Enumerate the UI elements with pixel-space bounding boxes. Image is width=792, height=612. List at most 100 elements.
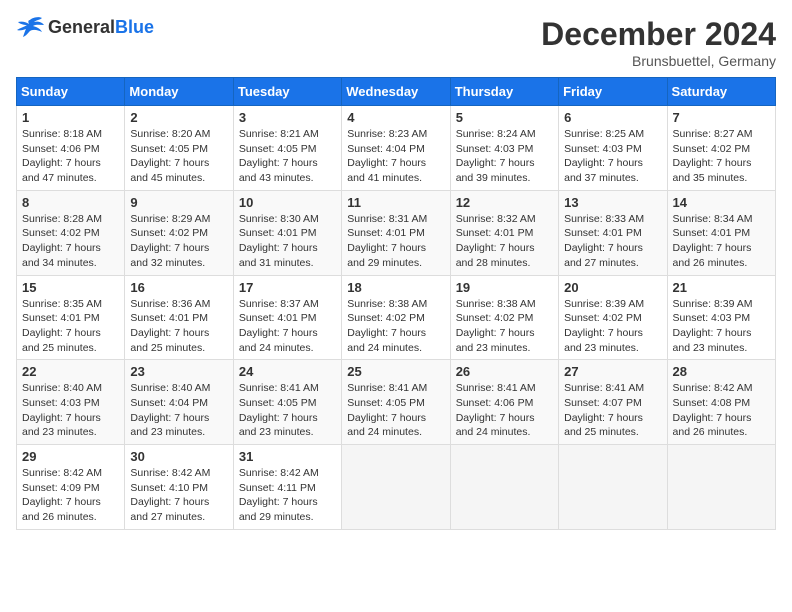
logo-general: General — [48, 17, 115, 37]
day-info-9: Sunrise: 8:29 AMSunset: 4:02 PMDaylight:… — [130, 212, 227, 271]
day-info-15: Sunrise: 8:35 AMSunset: 4:01 PMDaylight:… — [22, 297, 119, 356]
day-info-26: Sunrise: 8:41 AMSunset: 4:06 PMDaylight:… — [456, 381, 553, 440]
day-info-24: Sunrise: 8:41 AMSunset: 4:05 PMDaylight:… — [239, 381, 336, 440]
day-info-25: Sunrise: 8:41 AMSunset: 4:05 PMDaylight:… — [347, 381, 444, 440]
col-wednesday: Wednesday — [342, 78, 450, 106]
day-number-12: 12 — [456, 195, 553, 210]
day-number-2: 2 — [130, 110, 227, 125]
calendar-day-30: 30 Sunrise: 8:42 AMSunset: 4:10 PMDaylig… — [125, 445, 233, 530]
calendar-header-row: Sunday Monday Tuesday Wednesday Thursday… — [17, 78, 776, 106]
day-info-1: Sunrise: 8:18 AMSunset: 4:06 PMDaylight:… — [22, 127, 119, 186]
calendar-day-28: 28 Sunrise: 8:42 AMSunset: 4:08 PMDaylig… — [667, 360, 775, 445]
calendar-day-3: 3 Sunrise: 8:21 AMSunset: 4:05 PMDayligh… — [233, 106, 341, 191]
calendar-day-10: 10 Sunrise: 8:30 AMSunset: 4:01 PMDaylig… — [233, 190, 341, 275]
day-number-21: 21 — [673, 280, 770, 295]
calendar-day-25: 25 Sunrise: 8:41 AMSunset: 4:05 PMDaylig… — [342, 360, 450, 445]
calendar-day-16: 16 Sunrise: 8:36 AMSunset: 4:01 PMDaylig… — [125, 275, 233, 360]
day-info-8: Sunrise: 8:28 AMSunset: 4:02 PMDaylight:… — [22, 212, 119, 271]
day-info-7: Sunrise: 8:27 AMSunset: 4:02 PMDaylight:… — [673, 127, 770, 186]
day-number-10: 10 — [239, 195, 336, 210]
calendar-day-8: 8 Sunrise: 8:28 AMSunset: 4:02 PMDayligh… — [17, 190, 125, 275]
day-number-30: 30 — [130, 449, 227, 464]
day-info-20: Sunrise: 8:39 AMSunset: 4:02 PMDaylight:… — [564, 297, 661, 356]
empty-cell — [342, 445, 450, 530]
day-info-21: Sunrise: 8:39 AMSunset: 4:03 PMDaylight:… — [673, 297, 770, 356]
calendar-day-6: 6 Sunrise: 8:25 AMSunset: 4:03 PMDayligh… — [559, 106, 667, 191]
day-info-11: Sunrise: 8:31 AMSunset: 4:01 PMDaylight:… — [347, 212, 444, 271]
day-number-27: 27 — [564, 364, 661, 379]
empty-cell — [559, 445, 667, 530]
day-info-18: Sunrise: 8:38 AMSunset: 4:02 PMDaylight:… — [347, 297, 444, 356]
day-info-6: Sunrise: 8:25 AMSunset: 4:03 PMDaylight:… — [564, 127, 661, 186]
calendar-day-11: 11 Sunrise: 8:31 AMSunset: 4:01 PMDaylig… — [342, 190, 450, 275]
day-number-1: 1 — [22, 110, 119, 125]
calendar-day-18: 18 Sunrise: 8:38 AMSunset: 4:02 PMDaylig… — [342, 275, 450, 360]
day-number-19: 19 — [456, 280, 553, 295]
calendar-day-2: 2 Sunrise: 8:20 AMSunset: 4:05 PMDayligh… — [125, 106, 233, 191]
calendar-day-12: 12 Sunrise: 8:32 AMSunset: 4:01 PMDaylig… — [450, 190, 558, 275]
day-number-7: 7 — [673, 110, 770, 125]
day-number-29: 29 — [22, 449, 119, 464]
calendar-day-27: 27 Sunrise: 8:41 AMSunset: 4:07 PMDaylig… — [559, 360, 667, 445]
calendar-day-20: 20 Sunrise: 8:39 AMSunset: 4:02 PMDaylig… — [559, 275, 667, 360]
day-info-19: Sunrise: 8:38 AMSunset: 4:02 PMDaylight:… — [456, 297, 553, 356]
day-info-13: Sunrise: 8:33 AMSunset: 4:01 PMDaylight:… — [564, 212, 661, 271]
col-monday: Monday — [125, 78, 233, 106]
calendar-day-7: 7 Sunrise: 8:27 AMSunset: 4:02 PMDayligh… — [667, 106, 775, 191]
calendar-day-15: 15 Sunrise: 8:35 AMSunset: 4:01 PMDaylig… — [17, 275, 125, 360]
logo: GeneralBlue — [16, 16, 154, 38]
empty-cell — [667, 445, 775, 530]
calendar-day-19: 19 Sunrise: 8:38 AMSunset: 4:02 PMDaylig… — [450, 275, 558, 360]
calendar-day-31: 31 Sunrise: 8:42 AMSunset: 4:11 PMDaylig… — [233, 445, 341, 530]
day-info-27: Sunrise: 8:41 AMSunset: 4:07 PMDaylight:… — [564, 381, 661, 440]
calendar-day-17: 17 Sunrise: 8:37 AMSunset: 4:01 PMDaylig… — [233, 275, 341, 360]
logo-bird-icon — [16, 16, 44, 38]
month-year-title: December 2024 — [541, 16, 776, 53]
day-number-4: 4 — [347, 110, 444, 125]
calendar-week-3: 15 Sunrise: 8:35 AMSunset: 4:01 PMDaylig… — [17, 275, 776, 360]
title-block: December 2024 Brunsbuettel, Germany — [541, 16, 776, 69]
day-number-13: 13 — [564, 195, 661, 210]
location-subtitle: Brunsbuettel, Germany — [541, 53, 776, 69]
day-number-31: 31 — [239, 449, 336, 464]
day-number-14: 14 — [673, 195, 770, 210]
calendar-day-24: 24 Sunrise: 8:41 AMSunset: 4:05 PMDaylig… — [233, 360, 341, 445]
day-number-28: 28 — [673, 364, 770, 379]
calendar-day-21: 21 Sunrise: 8:39 AMSunset: 4:03 PMDaylig… — [667, 275, 775, 360]
calendar-day-26: 26 Sunrise: 8:41 AMSunset: 4:06 PMDaylig… — [450, 360, 558, 445]
col-sunday: Sunday — [17, 78, 125, 106]
calendar-day-1: 1 Sunrise: 8:18 AMSunset: 4:06 PMDayligh… — [17, 106, 125, 191]
day-number-11: 11 — [347, 195, 444, 210]
calendar-day-4: 4 Sunrise: 8:23 AMSunset: 4:04 PMDayligh… — [342, 106, 450, 191]
day-number-17: 17 — [239, 280, 336, 295]
calendar-day-29: 29 Sunrise: 8:42 AMSunset: 4:09 PMDaylig… — [17, 445, 125, 530]
calendar-day-5: 5 Sunrise: 8:24 AMSunset: 4:03 PMDayligh… — [450, 106, 558, 191]
calendar-day-23: 23 Sunrise: 8:40 AMSunset: 4:04 PMDaylig… — [125, 360, 233, 445]
calendar-table: Sunday Monday Tuesday Wednesday Thursday… — [16, 77, 776, 530]
day-info-17: Sunrise: 8:37 AMSunset: 4:01 PMDaylight:… — [239, 297, 336, 356]
day-number-22: 22 — [22, 364, 119, 379]
calendar-week-1: 1 Sunrise: 8:18 AMSunset: 4:06 PMDayligh… — [17, 106, 776, 191]
day-number-15: 15 — [22, 280, 119, 295]
logo-text: GeneralBlue — [48, 17, 154, 38]
calendar-day-9: 9 Sunrise: 8:29 AMSunset: 4:02 PMDayligh… — [125, 190, 233, 275]
day-number-26: 26 — [456, 364, 553, 379]
day-number-9: 9 — [130, 195, 227, 210]
day-info-29: Sunrise: 8:42 AMSunset: 4:09 PMDaylight:… — [22, 466, 119, 525]
day-info-22: Sunrise: 8:40 AMSunset: 4:03 PMDaylight:… — [22, 381, 119, 440]
day-number-8: 8 — [22, 195, 119, 210]
calendar-week-2: 8 Sunrise: 8:28 AMSunset: 4:02 PMDayligh… — [17, 190, 776, 275]
col-saturday: Saturday — [667, 78, 775, 106]
day-info-31: Sunrise: 8:42 AMSunset: 4:11 PMDaylight:… — [239, 466, 336, 525]
day-number-3: 3 — [239, 110, 336, 125]
calendar-day-13: 13 Sunrise: 8:33 AMSunset: 4:01 PMDaylig… — [559, 190, 667, 275]
day-info-10: Sunrise: 8:30 AMSunset: 4:01 PMDaylight:… — [239, 212, 336, 271]
col-tuesday: Tuesday — [233, 78, 341, 106]
col-thursday: Thursday — [450, 78, 558, 106]
day-info-30: Sunrise: 8:42 AMSunset: 4:10 PMDaylight:… — [130, 466, 227, 525]
logo-blue: Blue — [115, 17, 154, 37]
empty-cell — [450, 445, 558, 530]
page-header: GeneralBlue December 2024 Brunsbuettel, … — [16, 16, 776, 69]
day-number-16: 16 — [130, 280, 227, 295]
day-number-23: 23 — [130, 364, 227, 379]
